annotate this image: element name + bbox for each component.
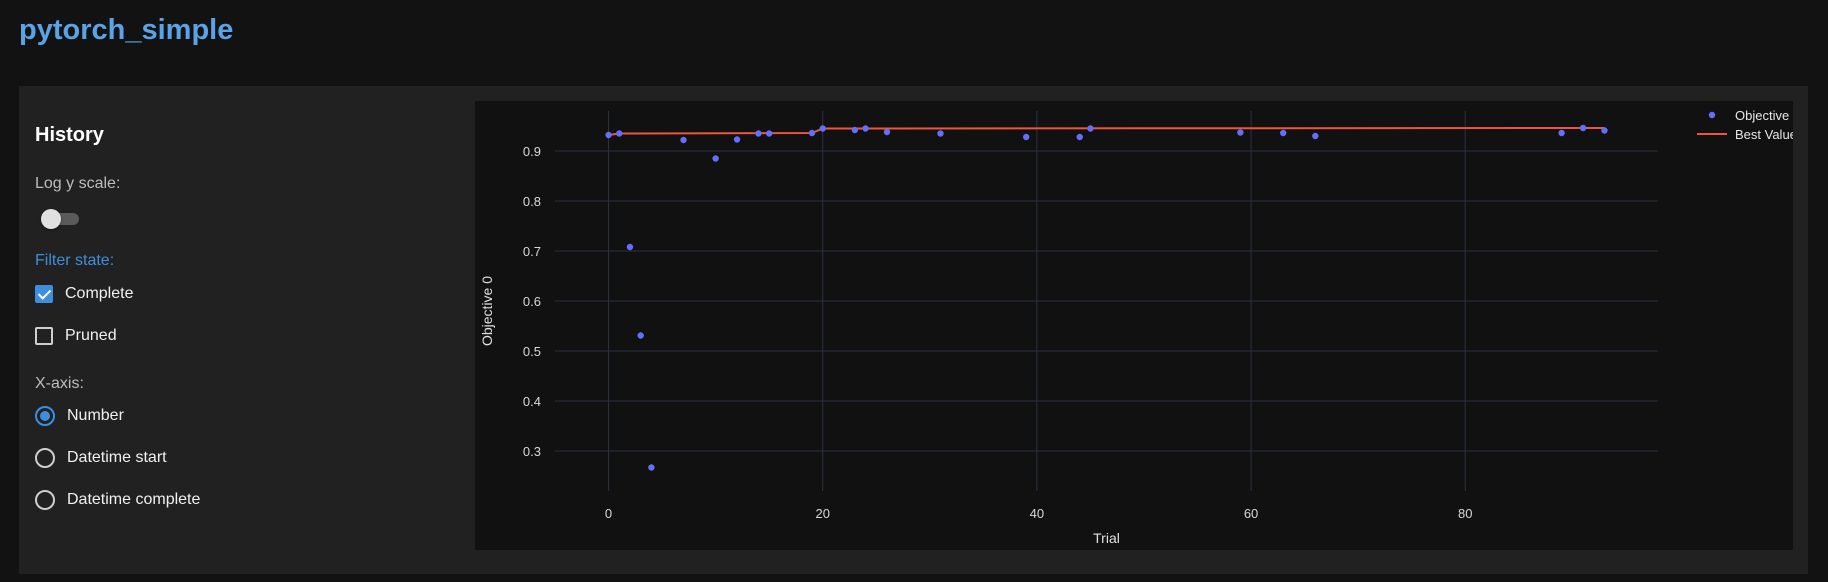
history-panel: History Log y scale: Filter state: Compl… xyxy=(19,86,1808,574)
x-tick-label: 0 xyxy=(605,506,612,521)
chart-legend[interactable]: Objective 0 Best Value xyxy=(1697,108,1800,142)
x-tick-label: 60 xyxy=(1244,506,1258,521)
x-tick-label: 20 xyxy=(815,506,829,521)
xaxis-label: X-axis: xyxy=(35,375,84,392)
objective-point xyxy=(765,130,773,137)
history-chart[interactable]: 0.3 0.4 0.5 0.6 0.7 0.8 0.9 0 20 40 60 80 Trial Obj… xyxy=(475,101,1800,550)
page-title: pytorch_simple xyxy=(19,14,234,46)
objective-point xyxy=(862,125,869,132)
chart-grid xyxy=(555,111,1658,491)
objective-point xyxy=(626,243,634,251)
history-controls: History Log y scale: Filter state: Compl… xyxy=(35,86,455,574)
y-axis-label: Objective 0 xyxy=(479,276,495,346)
legend-objective-marker xyxy=(1708,111,1716,119)
objective-point xyxy=(808,129,816,137)
objective-point xyxy=(1312,132,1319,140)
y-tick-label: 0.8 xyxy=(523,194,541,209)
legend-objective-label: Objective 0 xyxy=(1735,108,1793,123)
x-tick-label: 80 xyxy=(1458,506,1472,521)
objective-point xyxy=(648,464,655,471)
objective-point xyxy=(819,125,826,132)
xaxis-number-label: Number xyxy=(67,407,124,424)
x-tick-label: 40 xyxy=(1030,506,1044,521)
chart-axis-labels: Trial Objective 0 xyxy=(479,276,1120,546)
radio-selected-icon xyxy=(35,406,55,426)
y-tick-label: 0.9 xyxy=(523,144,541,159)
y-tick-label: 0.3 xyxy=(523,444,541,459)
y-tick-label: 0.7 xyxy=(523,244,541,259)
objective-point xyxy=(712,155,719,162)
objective-point xyxy=(1558,129,1565,137)
objective-point xyxy=(1279,129,1287,137)
objective-point xyxy=(1237,129,1244,136)
xaxis-datetime-complete-label: Datetime complete xyxy=(67,491,201,508)
xaxis-datetime-start-radio[interactable]: Datetime start xyxy=(35,446,167,470)
xaxis-datetime-complete-radio[interactable]: Datetime complete xyxy=(35,488,200,512)
objective-point xyxy=(1022,133,1030,141)
filter-complete-label: Complete xyxy=(65,285,134,302)
objective-series xyxy=(605,124,1608,471)
toggle-knob xyxy=(41,209,61,229)
radio-unselected-icon xyxy=(35,490,55,510)
objective-point xyxy=(1087,125,1094,132)
filter-pruned-label: Pruned xyxy=(65,327,117,344)
objective-point xyxy=(733,136,741,143)
objective-point xyxy=(616,130,623,137)
objective-point xyxy=(851,126,859,134)
x-axis-label: Trial xyxy=(1093,530,1120,546)
y-tick-label: 0.4 xyxy=(523,394,541,409)
objective-point xyxy=(1076,133,1083,141)
objective-point xyxy=(680,136,687,144)
filter-complete-checkbox[interactable]: Complete xyxy=(35,282,133,306)
objective-point xyxy=(1601,127,1608,134)
filter-pruned-checkbox[interactable]: Pruned xyxy=(35,324,117,348)
radio-unselected-icon xyxy=(35,448,55,468)
filter-state-label: Filter state: xyxy=(35,252,115,269)
log-scale-label: Log y scale: xyxy=(35,175,121,192)
objective-point xyxy=(883,128,891,136)
y-tick-label: 0.6 xyxy=(523,294,541,309)
log-scale-toggle[interactable] xyxy=(41,208,79,229)
objective-point xyxy=(637,332,644,339)
history-heading: History xyxy=(35,124,104,146)
legend-best-label: Best Value xyxy=(1735,127,1793,142)
y-tick-label: 0.5 xyxy=(523,344,541,359)
objective-point xyxy=(755,130,762,137)
xaxis-number-radio[interactable]: Number xyxy=(35,404,124,428)
objective-point xyxy=(1579,124,1587,132)
objective-point xyxy=(605,131,612,139)
checkbox-unchecked-icon xyxy=(35,327,53,345)
checkbox-checked-icon xyxy=(35,285,53,303)
history-chart-svg: 0.3 0.4 0.5 0.6 0.7 0.8 0.9 0 20 40 60 80 Trial Obj… xyxy=(479,108,1800,546)
xaxis-datetime-start-label: Datetime start xyxy=(67,449,167,466)
objective-point xyxy=(937,130,944,137)
